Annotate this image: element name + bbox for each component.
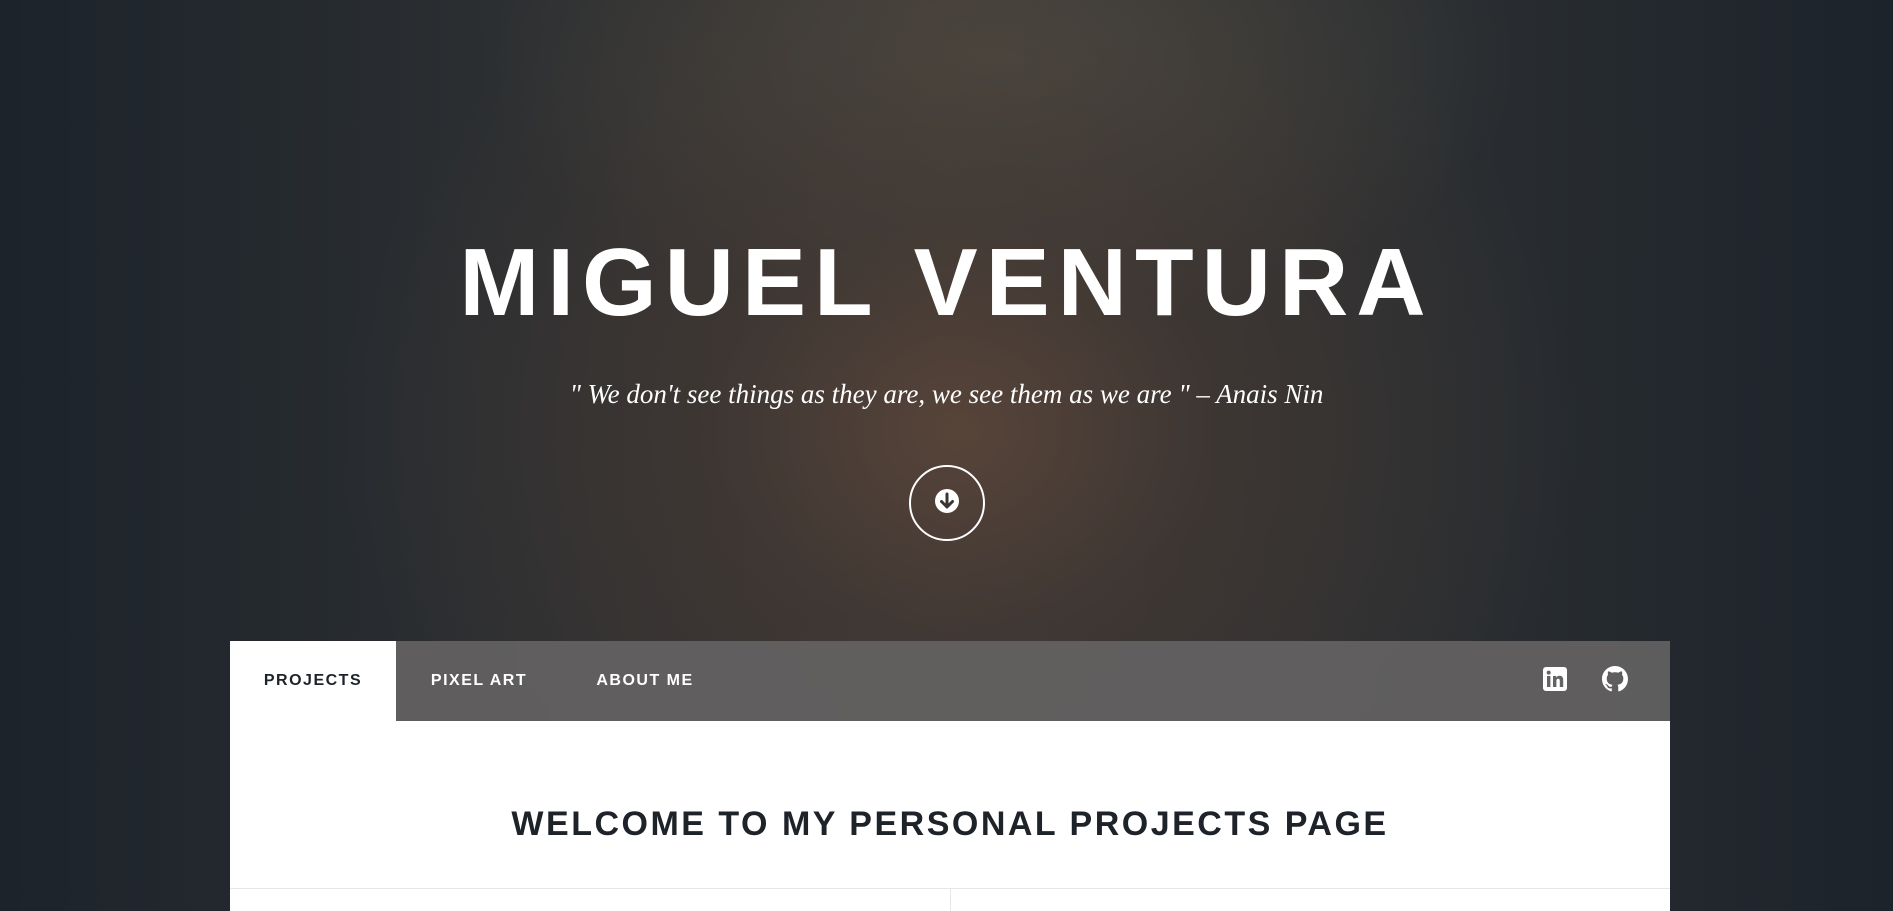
- arrow-down-icon: [934, 488, 960, 519]
- projects-panel: WELCOME TO MY PERSONAL PROJECTS PAGE: [230, 721, 1670, 911]
- social-links: [1508, 641, 1670, 721]
- scroll-down-button[interactable]: [909, 465, 985, 541]
- tab-about-me[interactable]: ABOUT ME: [562, 641, 728, 721]
- site-title: MIGUEL VENTURA: [459, 229, 1434, 336]
- tab-projects[interactable]: PROJECTS: [230, 641, 396, 721]
- tab-pixel-art[interactable]: PIXEL ART: [396, 641, 562, 721]
- hero-quote: " We don't see things as they are, we se…: [569, 379, 1324, 409]
- github-icon: [1602, 665, 1628, 697]
- github-link[interactable]: [1602, 665, 1628, 697]
- tab-about-me-label: ABOUT ME: [596, 672, 694, 689]
- tab-pixel-art-label: PIXEL ART: [430, 672, 528, 689]
- tab-projects-label: PROJECTS: [263, 672, 363, 689]
- linkedin-link[interactable]: [1542, 666, 1568, 696]
- page-heading: WELCOME TO MY PERSONAL PROJECTS PAGE: [511, 805, 1389, 843]
- main-navbar: PROJECTS PIXEL ART ABOUT ME: [230, 641, 1670, 721]
- column-divider: [950, 889, 951, 911]
- linkedin-icon: [1543, 666, 1567, 696]
